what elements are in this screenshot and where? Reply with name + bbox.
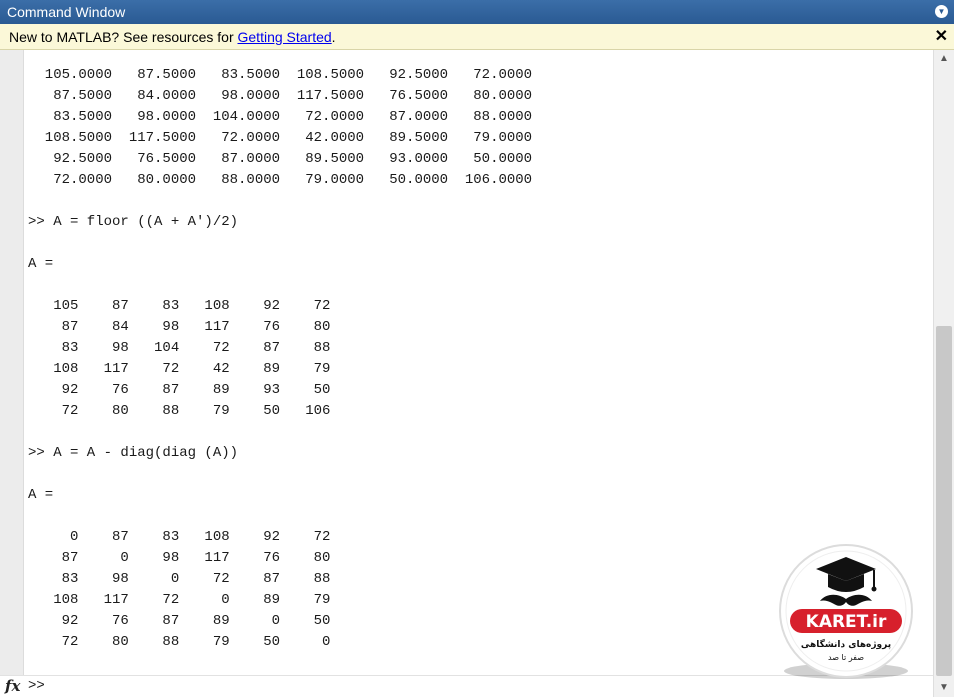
window-title: Command Window — [7, 4, 126, 20]
notice-suffix: . — [331, 29, 336, 45]
output-text: 105.0000 87.5000 83.5000 108.5000 92.500… — [28, 65, 532, 653]
output-line: 0 87 83 108 92 72 — [28, 529, 331, 545]
chevron-down-icon[interactable]: ▼ — [935, 5, 948, 18]
close-icon[interactable]: ✕ — [935, 26, 948, 46]
karet-logo: KARET.ir پروژه‌های دانشگاهی صفر تا صد — [779, 544, 913, 679]
output-line: 83 98 104 72 87 88 — [28, 340, 331, 356]
output-line: 72 80 88 79 50 0 — [28, 634, 331, 650]
vertical-scrollbar[interactable]: ▲ ▼ — [933, 50, 954, 697]
fx-icon[interactable]: fx — [5, 677, 20, 695]
output-line: 92.5000 76.5000 87.0000 89.5000 93.0000 … — [28, 151, 533, 167]
output-line: 108.5000 117.5000 72.0000 42.0000 89.500… — [28, 130, 533, 146]
output-line: 105 87 83 108 92 72 — [28, 298, 331, 314]
prompt-symbol: >> — [28, 678, 45, 694]
left-gutter — [0, 50, 24, 697]
scroll-thumb[interactable] — [936, 326, 952, 676]
output-line: 108 117 72 42 89 79 — [28, 361, 331, 377]
output-line: 83 98 0 72 87 88 — [28, 571, 331, 587]
output-line: 72.0000 80.0000 88.0000 79.0000 50.0000 … — [28, 172, 533, 188]
logo-tagline-2: صفر تا صد — [828, 653, 864, 662]
notice-prefix: New to MATLAB? See resources for — [9, 29, 238, 45]
scroll-down-icon[interactable]: ▼ — [934, 679, 954, 697]
output-line: A = — [28, 487, 54, 503]
logo-tagline-1: پروژه‌های دانشگاهی — [801, 638, 891, 650]
notice-text: New to MATLAB? See resources for Getting… — [9, 29, 336, 45]
command-line: >> A = A - diag(diag (A)) — [28, 445, 239, 461]
output-line: 72 80 88 79 50 106 — [28, 403, 331, 419]
output-line: 87.5000 84.0000 98.0000 117.5000 76.5000… — [28, 88, 533, 104]
getting-started-link[interactable]: Getting Started — [238, 29, 332, 45]
title-bar: Command Window ▼ — [0, 0, 954, 24]
scroll-up-icon[interactable]: ▲ — [934, 50, 954, 68]
output-line: 87 84 98 117 76 80 — [28, 319, 331, 335]
output-line: 92 76 87 89 93 50 — [28, 382, 331, 398]
output-line: 92 76 87 89 0 50 — [28, 613, 331, 629]
command-line: >> A = floor ((A + A')/2) — [28, 214, 239, 230]
output-line: 108 117 72 0 89 79 — [28, 592, 331, 608]
output-line: 105.0000 87.5000 83.5000 108.5000 92.500… — [28, 67, 533, 83]
output-line: 87 0 98 117 76 80 — [28, 550, 331, 566]
logo-brand: KARET.ir — [806, 612, 887, 632]
notice-bar: New to MATLAB? See resources for Getting… — [0, 24, 954, 50]
output-line: 83.5000 98.0000 104.0000 72.0000 87.0000… — [28, 109, 533, 125]
output-line: A = — [28, 256, 54, 272]
